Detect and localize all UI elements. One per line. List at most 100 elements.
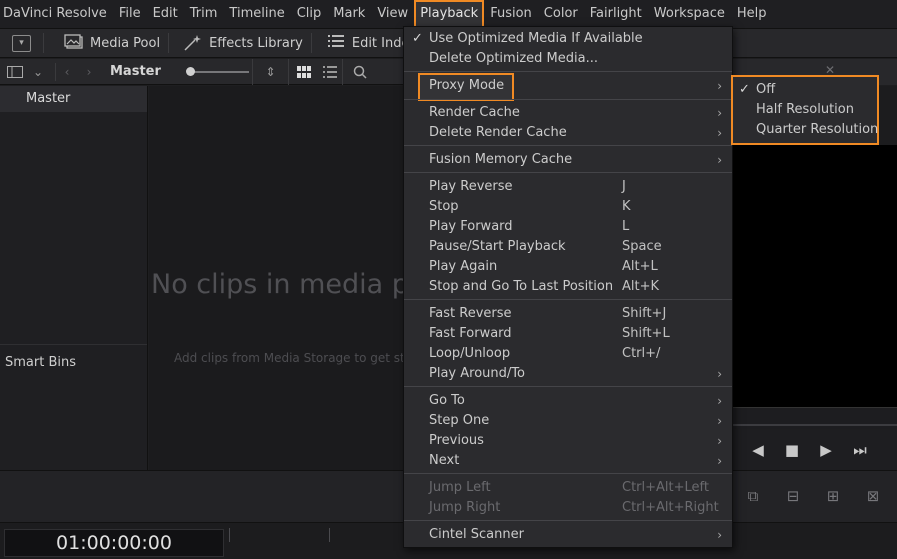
- media-pool-area[interactable]: No clips in media po Add clips from Medi…: [149, 86, 403, 470]
- chevron-right-icon: ›: [717, 106, 722, 120]
- effects-library-button[interactable]: Effects Library: [169, 28, 311, 58]
- menu-davinci-resolve[interactable]: DaVinci Resolve: [0, 0, 113, 28]
- chevron-down-icon[interactable]: ⌄: [30, 59, 46, 85]
- menu-clip[interactable]: Clip: [291, 0, 328, 28]
- menu-workspace[interactable]: Workspace: [648, 0, 731, 28]
- effects-library-label: Effects Library: [209, 35, 303, 51]
- edit-actions: ⧉ ⊟ ⊞ ⊠: [733, 480, 897, 512]
- chevron-down-icon: ▾: [12, 34, 31, 52]
- breadcrumb: Master: [110, 64, 161, 79]
- chevron-right-icon: ›: [717, 394, 722, 408]
- media-pool-icon: [64, 34, 84, 52]
- menu-item-delete-render-cache[interactable]: Delete Render Cache ›: [404, 123, 732, 143]
- menu-separator: [404, 473, 732, 474]
- menu-item-loop-unloop[interactable]: Loop/Unloop Ctrl+/: [404, 344, 732, 364]
- timeline-tick: [329, 528, 330, 542]
- viewer[interactable]: [733, 145, 897, 407]
- submenu-item-off[interactable]: ✓ Off: [733, 80, 877, 100]
- checkmark-icon: ✓: [412, 31, 423, 46]
- back-arrow-icon[interactable]: ‹: [56, 59, 78, 85]
- slider-track: [186, 66, 249, 76]
- menu-item-step-one[interactable]: Step One ›: [404, 411, 732, 431]
- menu-playback[interactable]: Playback: [414, 0, 485, 28]
- replace-clip-icon[interactable]: ⊞: [813, 487, 853, 505]
- menu-edit[interactable]: Edit: [147, 0, 184, 28]
- list-icon: [326, 34, 346, 52]
- menu-item-go-to[interactable]: Go To ›: [404, 391, 732, 411]
- menu-timeline[interactable]: Timeline: [223, 0, 290, 28]
- chevron-right-icon: ›: [717, 367, 722, 381]
- menu-help[interactable]: Help: [731, 0, 773, 28]
- submenu-item-quarter-resolution[interactable]: Quarter Resolution: [733, 120, 878, 140]
- menu-item-proxy-mode[interactable]: Proxy Mode ›: [404, 76, 732, 96]
- bin-master[interactable]: Master: [0, 86, 147, 112]
- chevron-right-icon: ›: [717, 434, 722, 448]
- forward-arrow-icon[interactable]: ›: [78, 59, 100, 85]
- play-reverse-icon[interactable]: ◀: [741, 441, 775, 459]
- submenu-item-half-resolution[interactable]: Half Resolution: [733, 100, 877, 120]
- scrubber[interactable]: [733, 407, 897, 429]
- menu-item-play-around-to[interactable]: Play Around/To ›: [404, 364, 732, 384]
- edit-index-button[interactable]: Edit Inde: [312, 28, 418, 58]
- bin-bar: ⌄ ‹ › Master ⇕: [0, 58, 403, 85]
- menu-item-render-cache[interactable]: Render Cache ›: [404, 103, 732, 123]
- thumbnail-size-slider[interactable]: [180, 59, 252, 85]
- sort-icon[interactable]: ⇕: [252, 58, 288, 85]
- chevron-right-icon: ›: [717, 79, 722, 93]
- insert-clip-icon[interactable]: ⧉: [733, 487, 773, 505]
- menu-item-play-forward[interactable]: Play Forward L: [404, 217, 732, 237]
- magic-wand-icon: [183, 34, 203, 52]
- media-pool-button[interactable]: Media Pool: [44, 28, 168, 58]
- menu-item-play-reverse[interactable]: Play Reverse J: [404, 177, 732, 197]
- menu-separator: [404, 99, 732, 100]
- menu-item-delete-optimized-media[interactable]: Delete Optimized Media...: [404, 49, 732, 69]
- menu-separator: [404, 71, 732, 72]
- menu-item-jump-left: Jump Left Ctrl+Alt+Left: [429, 480, 709, 495]
- play-icon[interactable]: ▶: [809, 441, 843, 459]
- chevron-right-icon: ›: [717, 528, 722, 542]
- menu-file[interactable]: File: [113, 0, 147, 28]
- checkmark-icon: ✓: [739, 82, 750, 97]
- overwrite-clip-icon[interactable]: ⊟: [773, 487, 813, 505]
- menu-item-play-again[interactable]: Play Again Alt+L: [404, 257, 732, 277]
- transport-controls: ◀ ■ ▶ ⏭: [733, 430, 897, 470]
- stop-icon[interactable]: ■: [775, 441, 809, 459]
- menu-fusion[interactable]: Fusion: [484, 0, 538, 28]
- timeline-tick: [229, 528, 230, 542]
- menu-color[interactable]: Color: [538, 0, 584, 28]
- menu-view[interactable]: View: [371, 0, 414, 28]
- bin-list-toggle-icon[interactable]: [0, 59, 30, 85]
- menu-item-fusion-memory-cache[interactable]: Fusion Memory Cache ›: [404, 150, 732, 170]
- menu-item-stop[interactable]: Stop K: [404, 197, 732, 217]
- list-view-icon[interactable]: [318, 59, 342, 85]
- chevron-right-icon: ›: [717, 126, 722, 140]
- menu-item-stop-go-last-position[interactable]: Stop and Go To Last Position Alt+K: [404, 277, 732, 297]
- panel-toggle-button[interactable]: ▾: [0, 28, 43, 58]
- bins-panel: Master Smart Bins: [0, 86, 148, 470]
- playback-menu: ✓ Use Optimized Media If Available Delet…: [403, 26, 733, 548]
- thumbnail-view-icon[interactable]: [288, 58, 318, 85]
- menu-separator: [404, 299, 732, 300]
- menu-separator: [404, 145, 732, 146]
- smart-bins-header[interactable]: Smart Bins: [0, 344, 147, 370]
- menu-fairlight[interactable]: Fairlight: [584, 0, 648, 28]
- menu-item-fast-reverse[interactable]: Fast Reverse Shift+J: [404, 304, 732, 324]
- scrubber-line: [733, 424, 897, 426]
- menu-item-pause-start-playback[interactable]: Pause/Start Playback Space: [404, 237, 732, 257]
- menu-item-previous[interactable]: Previous ›: [404, 431, 732, 451]
- toolbar-divider: [46, 62, 56, 81]
- menu-bar: DaVinci Resolve File Edit Trim Timeline …: [0, 0, 897, 28]
- empty-state-title: No clips in media po: [151, 269, 403, 300]
- menu-mark[interactable]: Mark: [327, 0, 371, 28]
- menu-trim[interactable]: Trim: [184, 0, 224, 28]
- menu-item-cintel-scanner[interactable]: Cintel Scanner ›: [404, 525, 732, 545]
- menu-item-use-optimized-media[interactable]: ✓ Use Optimized Media If Available: [404, 29, 732, 49]
- search-icon[interactable]: [342, 58, 376, 85]
- place-on-top-icon[interactable]: ⊠: [853, 487, 893, 505]
- menu-item-jump-right: Jump Right Ctrl+Alt+Right: [429, 500, 719, 515]
- slider-knob[interactable]: [186, 66, 195, 76]
- empty-state-hint: Add clips from Media Storage to get star…: [174, 351, 403, 365]
- menu-item-fast-forward[interactable]: Fast Forward Shift+L: [404, 324, 732, 344]
- skip-end-icon[interactable]: ⏭: [843, 441, 877, 459]
- menu-item-next[interactable]: Next ›: [404, 451, 732, 471]
